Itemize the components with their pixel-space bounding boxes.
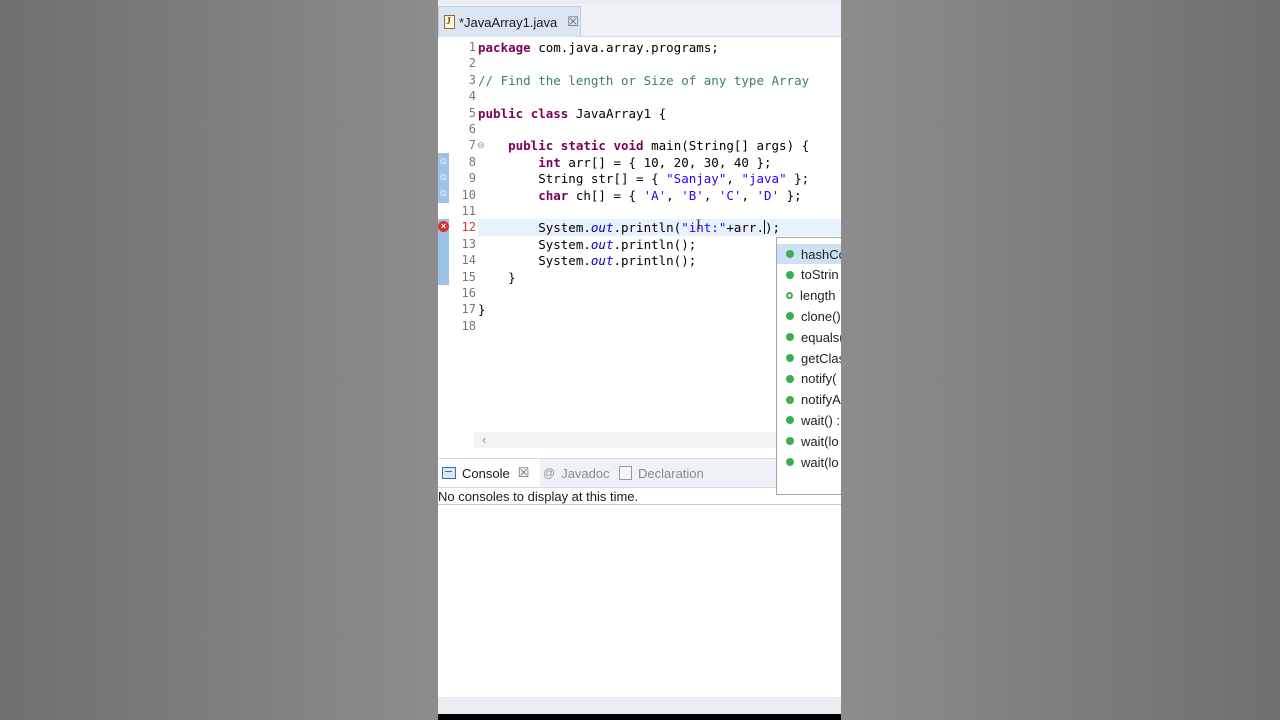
content-assist-item[interactable]: toStrin bbox=[777, 265, 841, 285]
content-assist-label: hashCo bbox=[801, 246, 841, 262]
editor-tab-bar: J *JavaArray1.java ☒ bbox=[438, 4, 841, 37]
lock-icon: ⊙ bbox=[439, 188, 448, 198]
line-number: 14 bbox=[461, 253, 476, 268]
code-line[interactable]: System.out.println(); bbox=[478, 253, 696, 268]
line-number: 10 bbox=[461, 187, 476, 202]
content-assist-item[interactable]: clone() bbox=[777, 306, 841, 326]
overview-ruler: ⊙ ⊙ ⊙ × bbox=[438, 37, 449, 452]
method-icon bbox=[786, 270, 794, 279]
content-assist-item[interactable]: notify( bbox=[777, 369, 841, 389]
line-number: 4 bbox=[468, 89, 476, 104]
content-assist-label: notify( bbox=[801, 371, 837, 387]
line-number: 13 bbox=[461, 236, 476, 251]
line-number: 1 bbox=[468, 40, 476, 54]
line-number: 9 bbox=[468, 171, 476, 186]
content-assist-item[interactable]: equals( bbox=[777, 327, 841, 347]
tab-declaration-label: Declaration bbox=[638, 465, 704, 481]
line-number: 12 bbox=[461, 220, 476, 235]
console-divider bbox=[438, 504, 841, 505]
content-assist-item[interactable]: notifyA bbox=[777, 390, 841, 410]
method-icon bbox=[786, 374, 794, 383]
line-number: 8 bbox=[468, 154, 476, 169]
content-assist-label: toStrin bbox=[801, 267, 839, 283]
content-assist-label: clone() bbox=[801, 308, 841, 324]
tab-declaration[interactable]: Declaration bbox=[619, 459, 704, 487]
content-assist-item[interactable]: length bbox=[777, 286, 841, 306]
code-line[interactable]: // Find the length or Size of any type A… bbox=[478, 73, 809, 88]
method-icon bbox=[786, 416, 794, 425]
content-assist-label: wait() : bbox=[801, 412, 840, 428]
content-assist-label: wait(lo bbox=[801, 433, 839, 449]
close-icon[interactable]: ☒ bbox=[567, 14, 579, 30]
content-assist-label: notifyA bbox=[801, 392, 841, 408]
content-assist-item[interactable]: wait(lo bbox=[777, 452, 841, 472]
console-icon bbox=[442, 467, 456, 479]
method-icon bbox=[786, 333, 794, 342]
editor-tab-javaarray1[interactable]: J *JavaArray1.java ☒ bbox=[438, 6, 581, 37]
declaration-icon bbox=[619, 466, 632, 480]
content-assist-item[interactable]: wait(lo bbox=[777, 431, 841, 451]
method-icon bbox=[786, 312, 794, 321]
line-number: 2 bbox=[468, 56, 476, 71]
editor-tab-title: *JavaArray1.java bbox=[459, 14, 558, 30]
line-number: 15 bbox=[461, 269, 476, 284]
code-line[interactable]: } bbox=[478, 270, 516, 285]
code-line[interactable]: System.out.println(); bbox=[478, 237, 696, 252]
code-line[interactable]: public class JavaArray1 { bbox=[478, 106, 666, 121]
error-icon[interactable]: × bbox=[438, 221, 449, 232]
line-number: 7 bbox=[468, 138, 476, 153]
tab-javadoc[interactable]: @ Javadoc bbox=[543, 459, 610, 487]
content-assist-popup[interactable]: hashCo toStrin length clone() equals( getClas… bbox=[776, 237, 841, 495]
content-assist-label: length bbox=[800, 288, 836, 304]
lock-icon: ⊙ bbox=[439, 172, 448, 182]
line-number: 3 bbox=[468, 72, 476, 87]
content-assist-label: wait(lo bbox=[801, 454, 839, 470]
method-icon bbox=[786, 437, 794, 446]
java-file-icon: J bbox=[443, 15, 455, 29]
field-icon bbox=[786, 292, 793, 300]
eclipse-window: J *JavaArray1.java ☒ ⊙ ⊙ ⊙ × 1 2 3 4 5 6 7 ⊖ 8 9 1… bbox=[438, 0, 841, 720]
line-number-gutter: 1 2 3 4 5 6 7 ⊖ 8 9 10 11 12 13 14 15 16 17 18 bbox=[449, 37, 485, 452]
console-message: No consoles to display at this time. bbox=[438, 489, 639, 504]
close-icon[interactable]: ☒ bbox=[518, 465, 530, 481]
javadoc-icon: @ bbox=[543, 466, 556, 480]
tab-console[interactable]: Console ☒ bbox=[438, 459, 540, 487]
method-icon bbox=[786, 395, 794, 404]
code-line[interactable]: String str[] = { "Sanjay", "java" }; bbox=[478, 171, 809, 186]
method-icon bbox=[786, 458, 794, 466]
text-caret bbox=[764, 220, 765, 235]
code-line[interactable]: package com.java.array.programs; bbox=[478, 40, 719, 55]
lock-icon: ⊙ bbox=[439, 156, 448, 166]
code-line[interactable]: char ch[] = { 'A', 'B', 'C', 'D' }; bbox=[478, 188, 801, 203]
content-assist-label: getClas bbox=[801, 350, 841, 366]
code-line[interactable]: } bbox=[478, 302, 486, 317]
line-number: 16 bbox=[461, 286, 476, 300]
text-cursor-icon: I bbox=[696, 217, 701, 233]
content-assist-item[interactable]: wait() : bbox=[777, 410, 841, 430]
scroll-left-icon[interactable]: ‹ bbox=[482, 432, 486, 447]
line-number: 11 bbox=[461, 204, 476, 218]
code-line[interactable]: int arr[] = { 10, 20, 30, 40 }; bbox=[478, 155, 771, 170]
line-number: 6 bbox=[468, 122, 476, 136]
tab-javadoc-label: Javadoc bbox=[561, 465, 610, 481]
line-number: 18 bbox=[461, 318, 476, 333]
tab-console-label: Console bbox=[462, 465, 510, 481]
code-line[interactable]: public static void main(String[] args) { bbox=[478, 138, 809, 153]
method-icon bbox=[786, 250, 794, 258]
video-bottom-bar bbox=[438, 714, 841, 720]
content-assist-label: equals( bbox=[801, 329, 841, 345]
content-assist-item[interactable]: hashCo bbox=[777, 244, 841, 264]
line-number: 17 bbox=[461, 302, 476, 317]
content-assist-item[interactable]: getClas bbox=[777, 348, 841, 368]
code-line[interactable]: System.out.println("int:"+arr.); bbox=[478, 220, 780, 235]
line-number: 5 bbox=[468, 105, 476, 120]
method-icon bbox=[786, 354, 794, 362]
